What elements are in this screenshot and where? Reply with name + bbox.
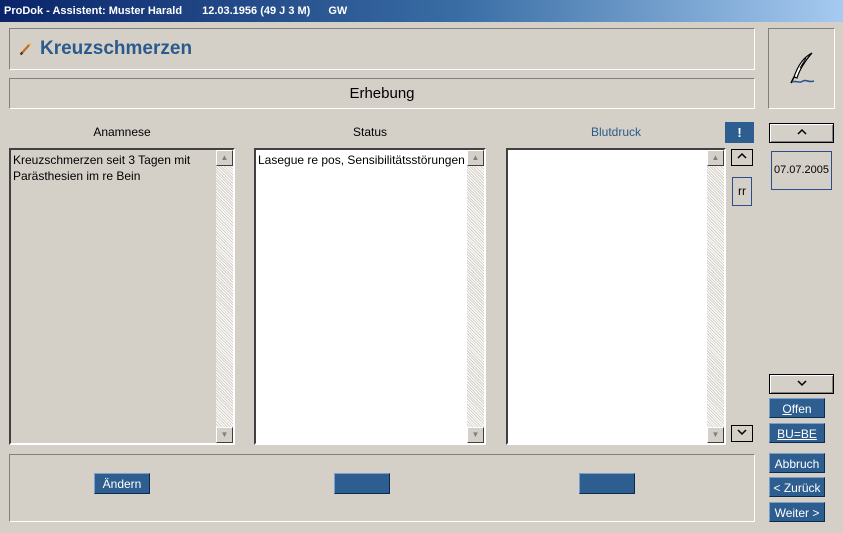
blutdruck-scrollbar[interactable]: ▲ ▼ — [707, 150, 724, 443]
anamnese-textbox[interactable]: Kreuzschmerzen seit 3 Tagen mit Parästhe… — [9, 148, 235, 445]
section-title-panel: Erhebung — [9, 78, 755, 109]
zurueck-button[interactable]: < Zurück — [769, 477, 825, 497]
abbruch-button[interactable]: Abbruch — [769, 453, 825, 473]
page-title: Kreuzschmerzen — [40, 38, 193, 59]
status-scrollbar[interactable]: ▲ ▼ — [467, 150, 484, 443]
bu-be-button[interactable]: BU=BE — [769, 423, 825, 443]
chevron-up-icon — [737, 152, 747, 159]
anamnese-label: Anamnese — [93, 125, 151, 139]
scroll-up-arrow-icon[interactable]: ▲ — [216, 150, 233, 166]
offen-button[interactable]: Offen — [769, 398, 825, 418]
patient-birthdate: 12.03.1956 (49 J 3 M) — [202, 5, 311, 17]
blutdruck-textbox[interactable]: ▲ ▼ — [506, 148, 726, 445]
status-textbox[interactable]: Lasegue re pos, Sensibilitätsstörungen ▲… — [254, 148, 486, 445]
scroll-down-arrow-icon[interactable]: ▼ — [216, 427, 233, 443]
alert-button[interactable]: ! — [725, 122, 754, 143]
title-bar: ProDok - Assistent: Muster Harald 12.03.… — [0, 0, 843, 22]
blutdruck-action-button[interactable] — [579, 473, 635, 494]
rr-button[interactable]: rr — [732, 177, 752, 206]
quill-pen-icon — [789, 51, 814, 83]
aendern-button[interactable]: Ändern — [94, 473, 150, 494]
bu-be-label: BU=BE — [777, 427, 817, 441]
offen-label: ffen — [791, 402, 812, 416]
anamnese-scrollbar[interactable]: ▲ ▼ — [216, 150, 233, 443]
scroll-up-arrow-icon[interactable]: ▲ — [467, 150, 484, 166]
weiter-button[interactable]: Weiter > — [769, 502, 825, 522]
scroll-down-arrow-icon[interactable]: ▼ — [707, 427, 724, 443]
blutdruck-label[interactable]: Blutdruck — [506, 125, 726, 139]
chevron-down-icon — [796, 380, 807, 387]
date-down-button[interactable] — [769, 374, 834, 394]
status-label: Status — [352, 125, 388, 139]
status-text: Lasegue re pos, Sensibilitätsstörungen — [258, 153, 465, 167]
section-title: Erhebung — [349, 85, 415, 102]
consultation-date[interactable]: 07.07.2005 — [771, 151, 832, 190]
signature-button[interactable] — [768, 28, 835, 109]
status-action-button[interactable] — [334, 473, 390, 494]
scroll-up-arrow-icon[interactable]: ▲ — [707, 150, 724, 166]
entry-down-button[interactable] — [731, 425, 753, 442]
offen-hotkey: O — [782, 402, 792, 416]
user-code: GW — [328, 5, 348, 17]
scroll-down-arrow-icon[interactable]: ▼ — [467, 427, 484, 443]
blutdruck-text — [508, 150, 707, 443]
chevron-down-icon — [737, 429, 747, 436]
chevron-up-icon — [796, 128, 807, 135]
app-title: ProDok - Assistent: Muster Harald — [4, 5, 183, 17]
date-up-button[interactable] — [769, 123, 834, 143]
pencil-icon — [19, 42, 32, 56]
entry-up-button[interactable] — [731, 149, 753, 166]
header-panel: Kreuzschmerzen — [9, 28, 755, 70]
anamnese-text: Kreuzschmerzen seit 3 Tagen mit Parästhe… — [13, 153, 191, 183]
